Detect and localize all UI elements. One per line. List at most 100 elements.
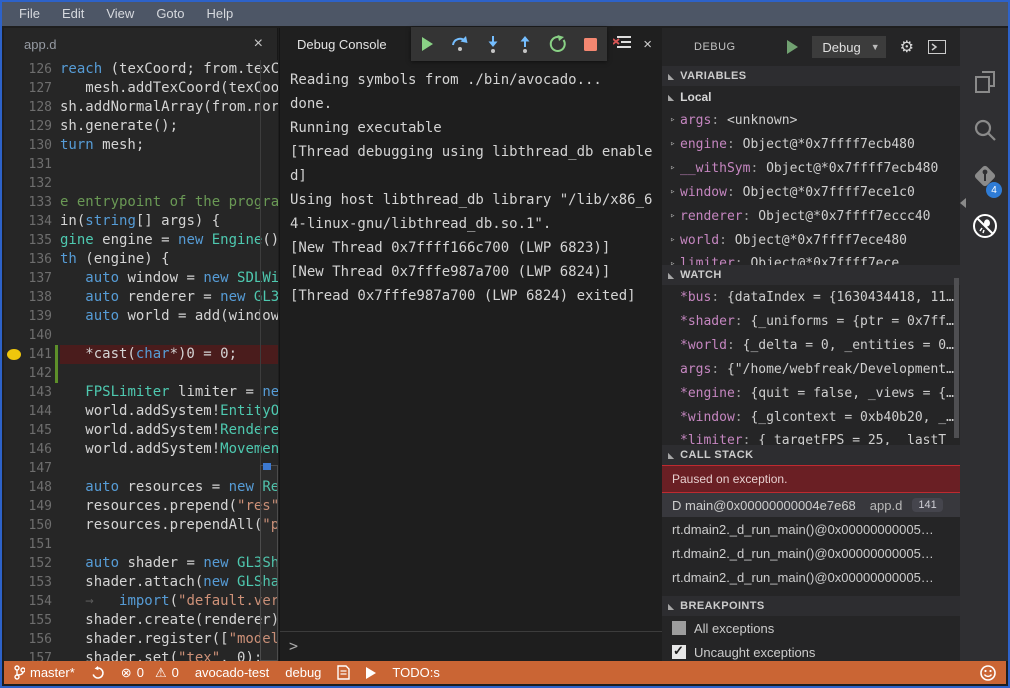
sidebar-scrollbar[interactable] <box>954 278 959 438</box>
gear-icon[interactable]: ⚙ <box>900 37 914 57</box>
breakpoint-margin[interactable] <box>4 497 24 516</box>
code-line[interactable]: 153 shader.attach(new GLShad <box>4 573 278 592</box>
menu-item-file[interactable]: File <box>8 2 51 26</box>
code-line[interactable]: 128sh.addNormalArray(from.nor <box>4 98 278 117</box>
breakpoint-row[interactable]: All exceptions <box>662 616 960 640</box>
breakpoint-margin[interactable] <box>4 136 24 155</box>
watch-row[interactable]: *world: {_delta = 0, _entities = 0… <box>662 333 960 357</box>
breakpoint-margin[interactable] <box>4 592 24 611</box>
close-panel-icon[interactable]: × <box>643 36 652 53</box>
section-breakpoints[interactable]: ◣BREAKPOINTS <box>662 596 960 616</box>
breakpoint-margin[interactable] <box>4 611 24 630</box>
breakpoint-margin[interactable] <box>4 231 24 250</box>
checkbox[interactable] <box>672 645 686 659</box>
clear-console-button[interactable] <box>613 35 631 54</box>
code-line[interactable]: 127 mesh.addTexCoord(texCoor <box>4 79 278 98</box>
variable-row[interactable]: ▹limiter: Object@*0x7ffff7ece... <box>662 252 960 265</box>
checkbox[interactable] <box>672 621 686 635</box>
breakpoint-margin[interactable] <box>4 288 24 307</box>
breakpoint-margin[interactable] <box>4 383 24 402</box>
activity-source-control[interactable]: 4 <box>960 154 1010 202</box>
activity-debug[interactable] <box>960 202 1010 250</box>
breakpoint-margin[interactable] <box>4 364 24 383</box>
code-line[interactable]: 154 → import("default.ver <box>4 592 278 611</box>
code-line[interactable]: 138 auto renderer = new GL3R <box>4 288 278 307</box>
watch-row[interactable]: *engine: {quit = false, _views = {… <box>662 381 960 405</box>
breakpoint-margin[interactable] <box>4 402 24 421</box>
code-line[interactable]: 129sh.generate(); <box>4 117 278 136</box>
tab-close-icon[interactable]: × <box>250 36 267 52</box>
step-into-button[interactable] <box>479 30 507 58</box>
stack-frame[interactable]: rt.dmain2._d_run_main()@0x00000000005… <box>662 517 960 541</box>
breakpoint-margin[interactable] <box>4 573 24 592</box>
menu-item-help[interactable]: Help <box>196 2 245 26</box>
variable-row[interactable]: ▹world: Object@*0x7ffff7ece480 <box>662 228 960 252</box>
code-line[interactable]: 150 resources.prependAll("pa <box>4 516 278 535</box>
dub-item[interactable] <box>337 665 350 680</box>
menu-item-view[interactable]: View <box>95 2 145 26</box>
restart-button[interactable] <box>544 30 572 58</box>
variable-row[interactable]: ▹engine: Object@*0x7ffff7ecb480 <box>662 132 960 156</box>
breakpoint-margin[interactable] <box>4 269 24 288</box>
todo-item[interactable]: TODO:s <box>392 665 439 680</box>
breakpoint-margin[interactable] <box>4 630 24 649</box>
variable-row[interactable]: ▹window: Object@*0x7ffff7ece1c0 <box>662 180 960 204</box>
section-watch[interactable]: ◣WATCH <box>662 265 960 285</box>
project-item[interactable]: avocado-test <box>195 665 269 680</box>
problems-item[interactable]: ⊗ 0 ⚠ 0 <box>121 665 179 681</box>
activity-explorer[interactable] <box>960 58 1010 106</box>
console-input[interactable]: > <box>280 631 662 661</box>
run-item[interactable] <box>366 667 376 679</box>
code-line[interactable]: 141 *cast(char*)0 = 0; <box>4 345 278 364</box>
breakpoint-margin[interactable] <box>4 193 24 212</box>
variable-row[interactable]: ▹renderer: Object@*0x7ffff7eccc40 <box>662 204 960 228</box>
code-line[interactable]: 149 resources.prepend("res") <box>4 497 278 516</box>
breakpoint-margin[interactable] <box>4 155 24 174</box>
code-line[interactable]: 142 <box>4 364 278 383</box>
open-console-icon[interactable] <box>928 40 946 54</box>
breakpoint-margin[interactable] <box>4 459 24 478</box>
breakpoint-margin[interactable] <box>4 174 24 193</box>
code-line[interactable]: 152 auto shader = new GL3Sha <box>4 554 278 573</box>
build-config-item[interactable]: debug <box>285 665 321 680</box>
continue-button[interactable] <box>413 30 441 58</box>
tab-app-d[interactable]: app.d × <box>4 28 278 60</box>
code-line[interactable]: 133e entrypoint of the progra <box>4 193 278 212</box>
code-line[interactable]: 146 world.addSystem!Movement <box>4 440 278 459</box>
watch-row[interactable]: *limiter: {_targetFPS = 25, _lastT <box>662 429 960 445</box>
sync-item[interactable] <box>91 666 105 680</box>
watch-row[interactable]: *bus: {dataIndex = {1630434418, 11… <box>662 285 960 309</box>
breakpoint-margin[interactable] <box>4 535 24 554</box>
code-line[interactable]: 134in(string[] args) { <box>4 212 278 231</box>
stack-frame[interactable]: D main@0x00000000004e7e68app.d141 <box>662 493 960 517</box>
step-over-button[interactable] <box>446 30 474 58</box>
code-line[interactable]: 140 <box>4 326 278 345</box>
breakpoint-margin[interactable] <box>4 421 24 440</box>
scope-local[interactable]: ◣Local <box>662 86 960 108</box>
code-line[interactable]: 148 auto resources = new Res <box>4 478 278 497</box>
activity-search[interactable] <box>960 106 1010 154</box>
breakpoint-margin[interactable] <box>4 649 24 661</box>
menu-item-edit[interactable]: Edit <box>51 2 95 26</box>
code-line[interactable]: 139 auto world = add(window, <box>4 307 278 326</box>
watch-row[interactable]: *shader: {_uniforms = {ptr = 0x7ff… <box>662 309 960 333</box>
code-line[interactable]: 135gine engine = new Engine() <box>4 231 278 250</box>
code-line[interactable]: 156 shader.register(["modelv <box>4 630 278 649</box>
step-out-button[interactable] <box>511 30 539 58</box>
debug-config-dropdown[interactable]: Debug ▼ <box>812 36 885 58</box>
variable-row[interactable]: ▹args: <unknown> <box>662 108 960 132</box>
code-line[interactable]: 145 world.addSystem!Renderer <box>4 421 278 440</box>
breakpoint-margin[interactable] <box>4 440 24 459</box>
breakpoint-margin[interactable] <box>4 478 24 497</box>
code-line[interactable]: 131 <box>4 155 278 174</box>
code-line[interactable]: 132 <box>4 174 278 193</box>
breakpoint-margin[interactable] <box>4 60 24 79</box>
breakpoint-margin[interactable] <box>4 79 24 98</box>
code-editor[interactable]: 126reach (texCoord; from.texC127 mesh.ad… <box>4 60 278 661</box>
menu-item-goto[interactable]: Goto <box>145 2 195 26</box>
section-callstack[interactable]: ◣CALL STACK <box>662 445 960 465</box>
watch-row[interactable]: *window: {_glcontext = 0xb40b20, _… <box>662 405 960 429</box>
breakpoint-margin[interactable] <box>4 98 24 117</box>
code-line[interactable]: 130turn mesh; <box>4 136 278 155</box>
git-branch-item[interactable]: master* <box>14 665 75 680</box>
